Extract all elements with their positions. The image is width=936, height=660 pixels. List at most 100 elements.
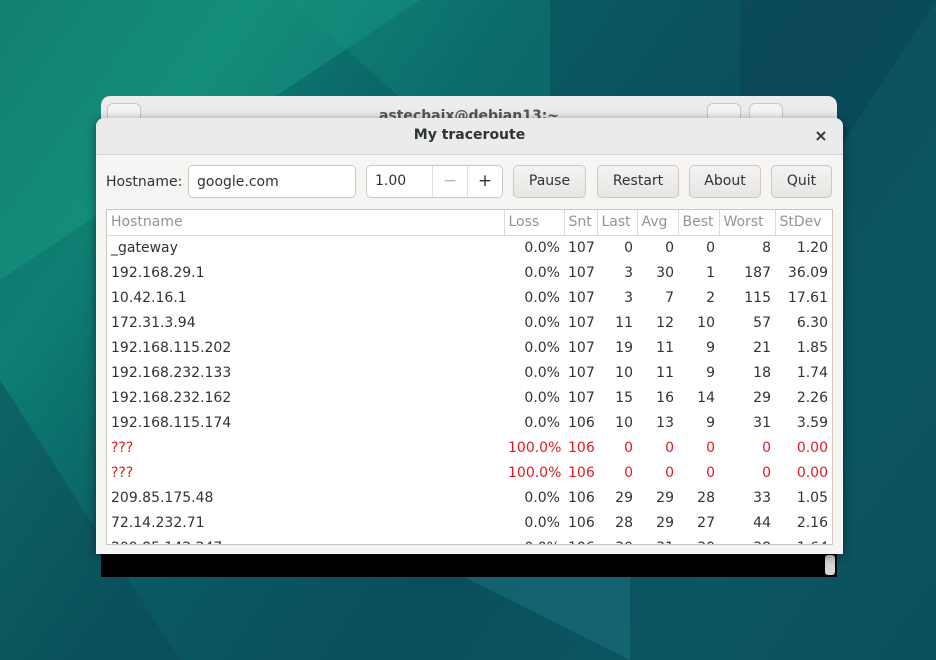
cell-loss: 0.0% <box>504 535 564 545</box>
pause-button[interactable]: Pause <box>513 165 586 198</box>
cell-loss: 0.0% <box>524 314 560 331</box>
table-row[interactable]: 192.168.29.1 0.0% 107 3 30 1 187 36.09 <box>107 260 832 285</box>
cell-loss: 0.0% <box>524 239 560 256</box>
cell-avg: 31 <box>637 535 678 545</box>
about-button[interactable]: About <box>689 165 761 198</box>
cell-hostname: 172.31.3.94 <box>111 314 196 331</box>
increment-button[interactable]: + <box>467 166 502 197</box>
hostname-input[interactable] <box>188 165 356 198</box>
cell-snt: 106 <box>568 464 595 481</box>
cell-hostname: ??? <box>111 439 134 456</box>
cell-loss: 100.0% <box>508 464 562 481</box>
cell-best: 1 <box>706 264 715 281</box>
hops-table-view[interactable]: Hostname Loss Snt Last Avg Best Worst St… <box>106 209 833 545</box>
cell-snt: 107 <box>568 239 595 256</box>
cell-avg: 11 <box>656 339 674 356</box>
table-row[interactable]: 192.168.232.133 0.0% 107 10 11 9 18 1.74 <box>107 360 832 385</box>
cell-avg: 29 <box>656 514 674 531</box>
cell-worst: 21 <box>753 339 771 356</box>
cell-snt: 106 <box>564 535 597 545</box>
cell-best: 2 <box>706 289 715 306</box>
cell-best: 0 <box>706 464 715 481</box>
cell-last: 0 <box>624 464 633 481</box>
cell-snt: 107 <box>568 364 595 381</box>
cell-hostname: 10.42.16.1 <box>111 289 187 306</box>
hostname-label: Hostname: <box>106 174 183 190</box>
cell-worst: 0 <box>762 439 771 456</box>
cell-stdev: 2.16 <box>796 514 828 531</box>
table-row[interactable]: 172.31.3.94 0.0% 107 11 12 10 57 6.30 <box>107 310 832 335</box>
cell-last: 28 <box>615 514 633 531</box>
cell-loss: 0.0% <box>524 339 560 356</box>
table-row[interactable]: ??? 100.0% 106 0 0 0 0 0.00 <box>107 460 832 485</box>
table-row[interactable]: 72.14.232.71 0.0% 106 28 29 27 44 2.16 <box>107 510 832 535</box>
cell-snt: 106 <box>568 514 595 531</box>
cell-worst: 31 <box>753 414 771 431</box>
cell-worst: 38 <box>719 535 775 545</box>
cell-last: 10 <box>615 414 633 431</box>
table-row[interactable]: 209.85.175.48 0.0% 106 29 29 28 33 1.05 <box>107 485 832 510</box>
cell-hostname: 192.168.232.133 <box>111 364 232 381</box>
cell-worst: 0 <box>762 464 771 481</box>
column-header-loss[interactable]: Loss <box>504 210 565 236</box>
table-row[interactable]: 192.168.115.202 0.0% 107 19 11 9 21 1.85 <box>107 335 832 360</box>
table-row[interactable]: 10.42.16.1 0.0% 107 3 7 2 115 17.61 <box>107 285 832 310</box>
interval-spinbutton[interactable]: 1.00 − + <box>366 165 503 198</box>
cell-worst: 57 <box>753 314 771 331</box>
table-row[interactable]: 209.85.142.2470.0%106303130381.64 <box>107 535 832 545</box>
cell-avg: 11 <box>656 364 674 381</box>
cell-hostname: 192.168.29.1 <box>111 264 205 281</box>
decrement-button[interactable]: − <box>432 166 467 197</box>
close-button[interactable]: × <box>809 124 833 148</box>
column-header-avg[interactable]: Avg <box>637 210 679 236</box>
cell-snt: 107 <box>568 314 595 331</box>
table-row[interactable]: 192.168.232.162 0.0% 107 15 16 14 29 2.26 <box>107 385 832 410</box>
column-header-last[interactable]: Last <box>597 210 638 236</box>
cell-worst: 115 <box>744 289 771 306</box>
cell-stdev: 6.30 <box>796 314 828 331</box>
cell-worst: 18 <box>753 364 771 381</box>
cell-best: 0 <box>706 439 715 456</box>
traceroute-dialog: My traceroute × Hostname: 1.00 − + Pause… <box>96 118 843 554</box>
cell-hostname: 72.14.232.71 <box>111 514 205 531</box>
hops-table: Hostname Loss Snt Last Avg Best Worst St… <box>107 210 832 545</box>
cell-loss: 0.0% <box>524 489 560 506</box>
cell-worst: 44 <box>753 514 771 531</box>
cell-snt: 107 <box>568 264 595 281</box>
cell-best: 30 <box>678 535 719 545</box>
cell-loss: 0.0% <box>524 389 560 406</box>
cell-last: 30 <box>597 535 637 545</box>
interval-value[interactable]: 1.00 <box>375 173 406 189</box>
cell-stdev: 0.00 <box>796 439 828 456</box>
restart-button[interactable]: Restart <box>597 165 679 198</box>
cell-best: 28 <box>697 489 715 506</box>
cell-worst: 187 <box>744 264 771 281</box>
dialog-titlebar[interactable]: My traceroute × <box>96 118 843 155</box>
cell-hostname: 192.168.115.202 <box>111 339 232 356</box>
cell-best: 9 <box>706 414 715 431</box>
column-header-worst[interactable]: Worst <box>719 210 776 236</box>
cell-stdev: 1.64 <box>775 535 832 545</box>
quit-button[interactable]: Quit <box>771 165 832 198</box>
cell-hostname: 209.85.142.247 <box>107 535 504 545</box>
terminal-scrollbar[interactable] <box>825 555 835 575</box>
column-header-snt[interactable]: Snt <box>564 210 598 236</box>
cell-last: 11 <box>615 314 633 331</box>
cell-stdev: 3.59 <box>796 414 828 431</box>
table-row[interactable]: _gateway 0.0% 107 0 0 0 8 1.20 <box>107 235 832 260</box>
cell-loss: 0.0% <box>524 289 560 306</box>
column-header-best[interactable]: Best <box>678 210 720 236</box>
table-header-row: Hostname Loss Snt Last Avg Best Worst St… <box>107 210 832 236</box>
cell-best: 14 <box>697 389 715 406</box>
cell-loss: 0.0% <box>524 364 560 381</box>
cell-last: 29 <box>615 489 633 506</box>
cell-avg: 0 <box>665 439 674 456</box>
cell-avg: 7 <box>665 289 674 306</box>
cell-stdev: 2.26 <box>796 389 828 406</box>
cell-stdev: 1.74 <box>796 364 828 381</box>
table-row[interactable]: ??? 100.0% 106 0 0 0 0 0.00 <box>107 435 832 460</box>
column-header-hostname[interactable]: Hostname <box>107 210 505 236</box>
cell-best: 9 <box>706 364 715 381</box>
table-row[interactable]: 192.168.115.174 0.0% 106 10 13 9 31 3.59 <box>107 410 832 435</box>
column-header-stdev[interactable]: StDev <box>775 210 832 236</box>
